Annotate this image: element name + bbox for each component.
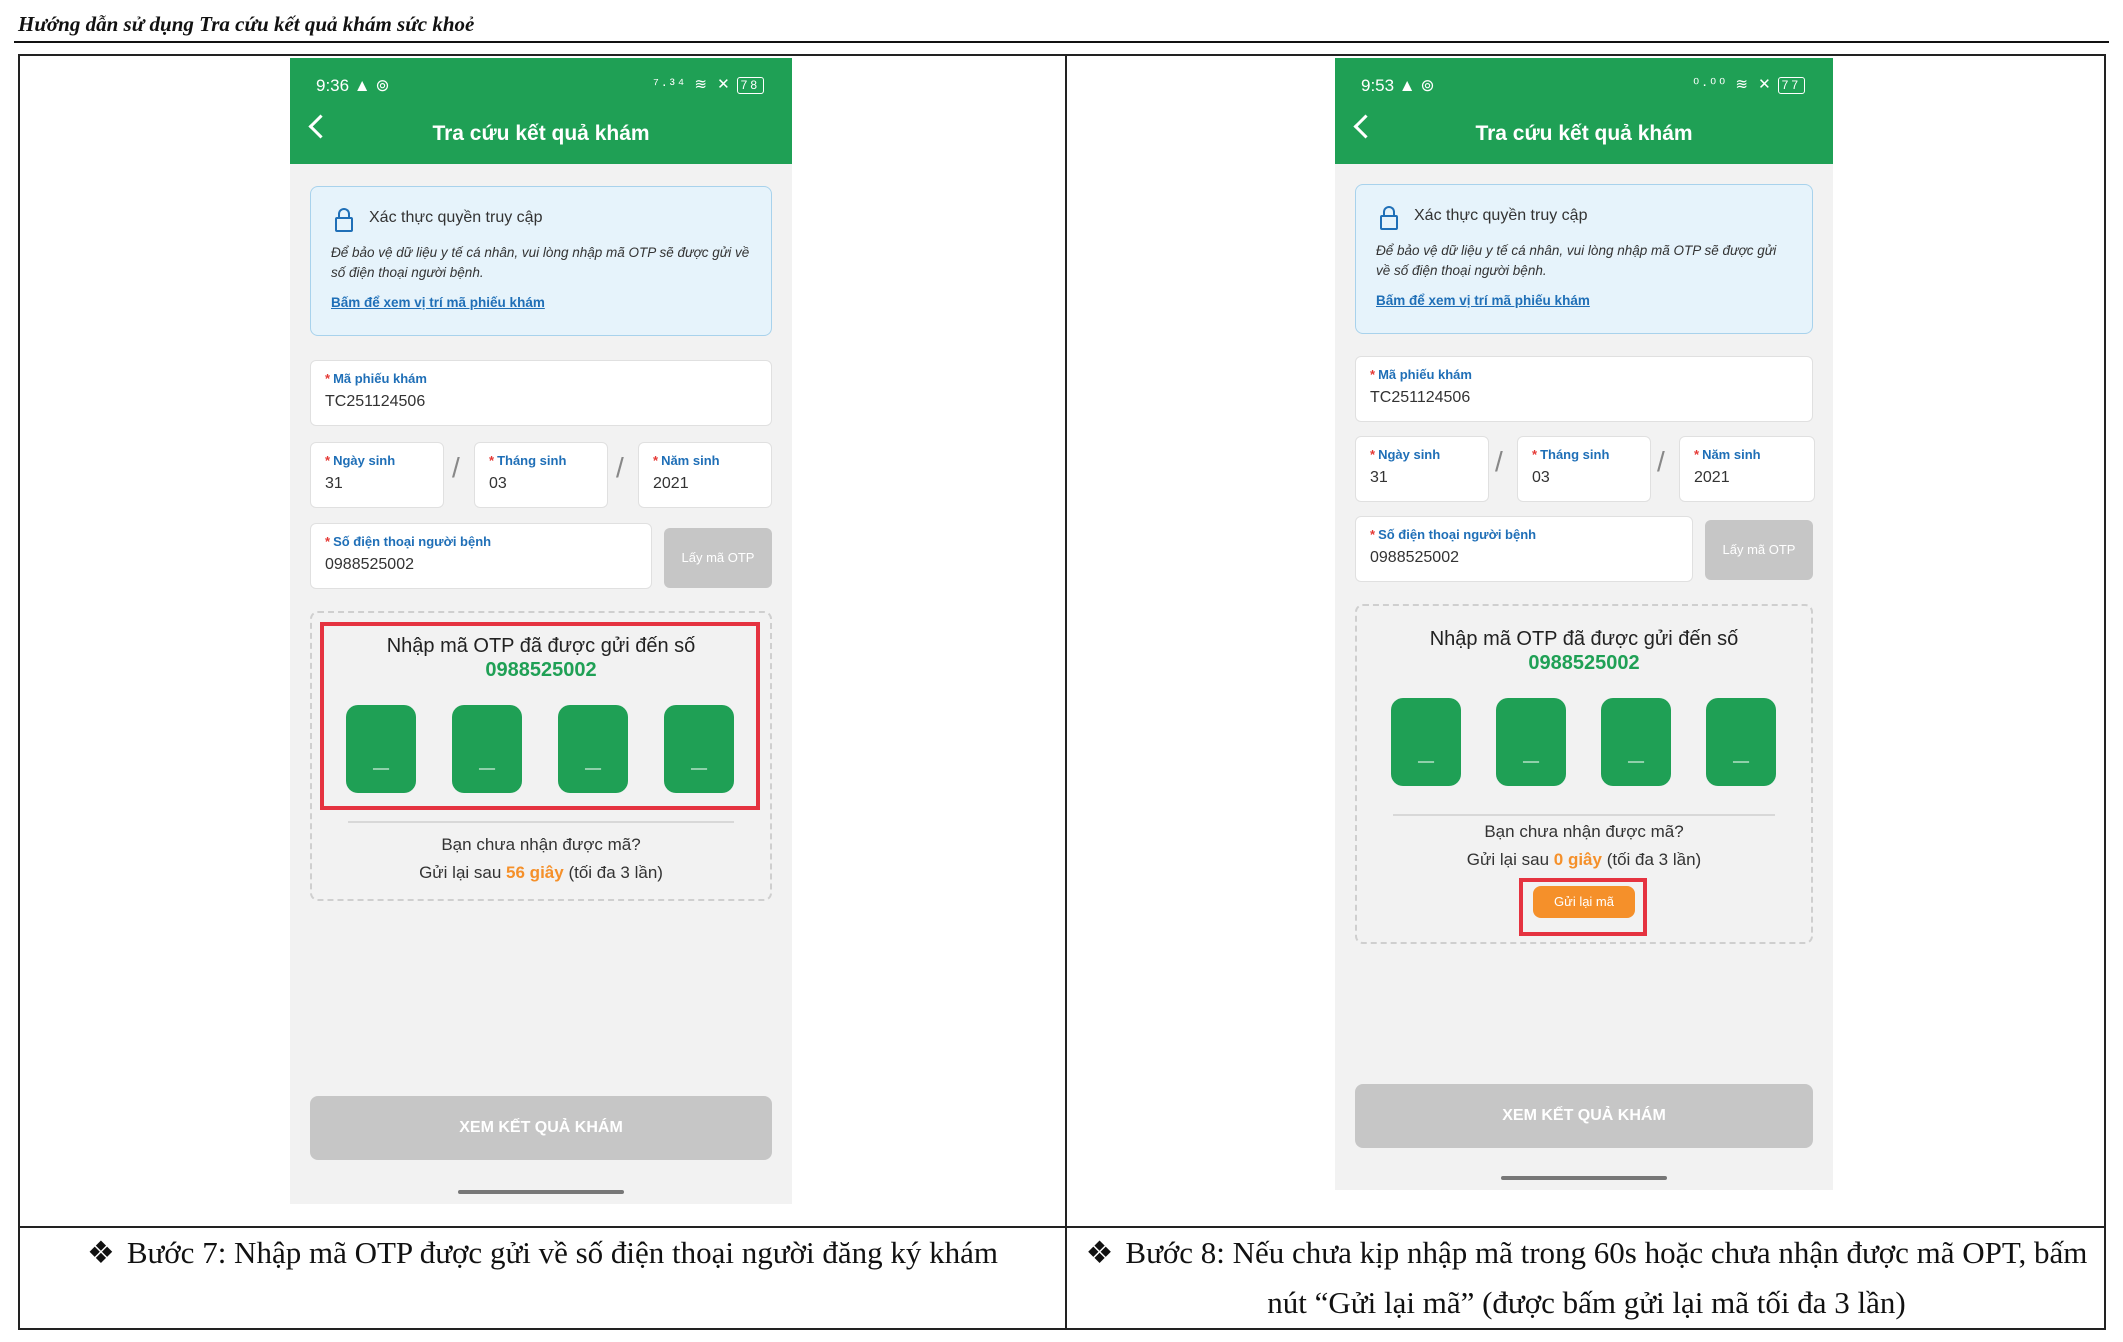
- info-box: Xác thực quyền truy cập Để bảo vệ dữ liệ…: [1355, 184, 1813, 334]
- view-results-button[interactable]: XEM KẾT QUẢ KHÁM: [1355, 1084, 1813, 1148]
- field-label: * Số điện thoại người bệnh: [325, 534, 492, 549]
- otp-digit-box[interactable]: _: [1391, 698, 1461, 786]
- step-8-caption: ❖ Bước 8: Nếu chưa kịp nhập mã trong 60s …: [1085, 1235, 2088, 1320]
- info-description: Để bảo vệ dữ liệu y tế cá nhân, vui lòng…: [331, 245, 750, 280]
- field-label: * Ngày sinh: [1370, 447, 1441, 462]
- resend-question: Bạn chưa nhận được mã?: [441, 835, 641, 854]
- birth-year-field[interactable]: * Năm sinh 2021: [1679, 436, 1815, 502]
- field-label: * Tháng sinh: [489, 453, 567, 468]
- get-otp-button[interactable]: Lấy mã OTP: [1705, 520, 1813, 580]
- otp-separator: [1393, 814, 1775, 816]
- field-value: 03: [1532, 469, 1550, 486]
- home-indicator: [458, 1190, 624, 1194]
- field-value: 2021: [653, 475, 689, 492]
- status-time: 9:53 ▲ ⊚: [1361, 76, 1435, 95]
- info-box: Xác thực quyền truy cập Để bảo vệ dữ liệ…: [310, 186, 772, 336]
- ticket-location-link[interactable]: Bấm để xem vị trí mã phiếu khám: [1376, 293, 1590, 308]
- field-label: * Năm sinh: [1694, 447, 1761, 462]
- field-value: 03: [489, 475, 507, 492]
- field-label: * Năm sinh: [653, 453, 720, 468]
- phone-screenshot-step-7: 9:36 ▲ ⊚ ⁷·³⁴ ≋ ✕ 78 Tra cứu kết quả khám…: [290, 58, 792, 1204]
- birth-day-field[interactable]: * Ngày sinh 31: [1355, 436, 1489, 502]
- birth-year-field[interactable]: * Năm sinh 2021: [638, 442, 772, 508]
- patient-phone-field[interactable]: * Số điện thoại người bệnh 0988525002: [310, 523, 652, 589]
- field-value: 31: [325, 475, 343, 492]
- resend-countdown: Gửi lại sau 56 giây (tối đa 3 lần): [419, 863, 663, 882]
- field-label: * Mã phiếu khám: [325, 371, 427, 386]
- field-value: 0988525002: [325, 556, 414, 573]
- view-results-button[interactable]: XEM KẾT QUẢ KHÁM: [310, 1096, 772, 1160]
- otp-digit-box[interactable]: _: [1706, 698, 1776, 786]
- birth-month-field[interactable]: * Tháng sinh 03: [1517, 436, 1651, 502]
- get-otp-button[interactable]: Lấy mã OTP: [664, 528, 772, 588]
- highlight-resend-button: [1519, 878, 1647, 936]
- field-value: TC251124506: [1370, 389, 1471, 406]
- highlight-otp-entry: [320, 622, 760, 810]
- field-label: * Số điện thoại người bệnh: [1370, 527, 1537, 542]
- field-value: 2021: [1694, 469, 1730, 486]
- home-indicator: [1501, 1176, 1667, 1180]
- field-value: 31: [1370, 469, 1388, 486]
- field-label: * Ngày sinh: [325, 453, 396, 468]
- otp-digit-box[interactable]: _: [1496, 698, 1566, 786]
- date-separator: /: [616, 452, 624, 483]
- lock-icon: [1380, 206, 1398, 230]
- battery-icon: 78: [736, 77, 764, 94]
- birth-day-field[interactable]: * Ngày sinh 31: [310, 442, 444, 508]
- lock-icon: [335, 208, 353, 232]
- info-title: Xác thực quyền truy cập: [1414, 207, 1588, 224]
- step-7-caption: ❖ Bước 7: Nhập mã OTP được gửi về số điện…: [87, 1235, 998, 1270]
- column-divider: [1065, 56, 1067, 1328]
- app-bar: 9:36 ▲ ⊚ ⁷·³⁴ ≋ ✕ 78 Tra cứu kết quả khám: [290, 58, 792, 164]
- otp-separator: [348, 821, 734, 823]
- field-value: TC251124506: [325, 393, 426, 410]
- birth-month-field[interactable]: * Tháng sinh 03: [474, 442, 608, 508]
- app-title: Tra cứu kết quả khám: [1475, 122, 1693, 145]
- status-time: 9:36 ▲ ⊚: [316, 76, 390, 95]
- field-value: 0988525002: [1370, 549, 1459, 566]
- otp-phone-number: 0988525002: [1528, 652, 1640, 674]
- ticket-code-field[interactable]: * Mã phiếu khám TC251124506: [1355, 356, 1813, 422]
- battery-icon: 77: [1777, 77, 1805, 94]
- ticket-code-field[interactable]: * Mã phiếu khám TC251124506: [310, 360, 772, 426]
- field-label: * Tháng sinh: [1532, 447, 1610, 462]
- app-bar: 9:53 ▲ ⊚ ⁰·⁰⁰ ≋ ✕ 77 Tra cứu kết quả khám: [1335, 58, 1833, 164]
- info-title: Xác thực quyền truy cập: [369, 209, 543, 226]
- date-separator: /: [1657, 446, 1665, 477]
- status-icons: ⁷·³⁴ ≋ ✕ 78: [653, 75, 764, 94]
- app-title: Tra cứu kết quả khám: [432, 122, 650, 145]
- otp-digit-box[interactable]: _: [1601, 698, 1671, 786]
- resend-question: Bạn chưa nhận được mã?: [1484, 822, 1684, 841]
- document-header: Hướng dẫn sử dụng Tra cứu kết quả khám s…: [18, 12, 475, 36]
- otp-prompt: Nhập mã OTP đã được gửi đến số: [1429, 628, 1739, 650]
- header-rule: [14, 41, 2109, 43]
- date-separator: /: [452, 452, 460, 483]
- phone-screenshot-step-8: 9:53 ▲ ⊚ ⁰·⁰⁰ ≋ ✕ 77 Tra cứu kết quả khám…: [1335, 58, 1833, 1190]
- date-separator: /: [1495, 446, 1503, 477]
- patient-phone-field[interactable]: * Số điện thoại người bệnh 0988525002: [1355, 516, 1693, 582]
- ticket-location-link[interactable]: Bấm để xem vị trí mã phiếu khám: [331, 295, 545, 310]
- field-label: * Mã phiếu khám: [1370, 367, 1472, 382]
- steps-table: 9:36 ▲ ⊚ ⁷·³⁴ ≋ ✕ 78 Tra cứu kết quả khám…: [18, 54, 2106, 1330]
- info-description: Để bảo vệ dữ liệu y tế cá nhân, vui lòng…: [1376, 243, 1777, 278]
- status-icons: ⁰·⁰⁰ ≋ ✕ 77: [1693, 75, 1805, 94]
- resend-countdown: Gửi lại sau 0 giây (tối đa 3 lần): [1466, 850, 1702, 869]
